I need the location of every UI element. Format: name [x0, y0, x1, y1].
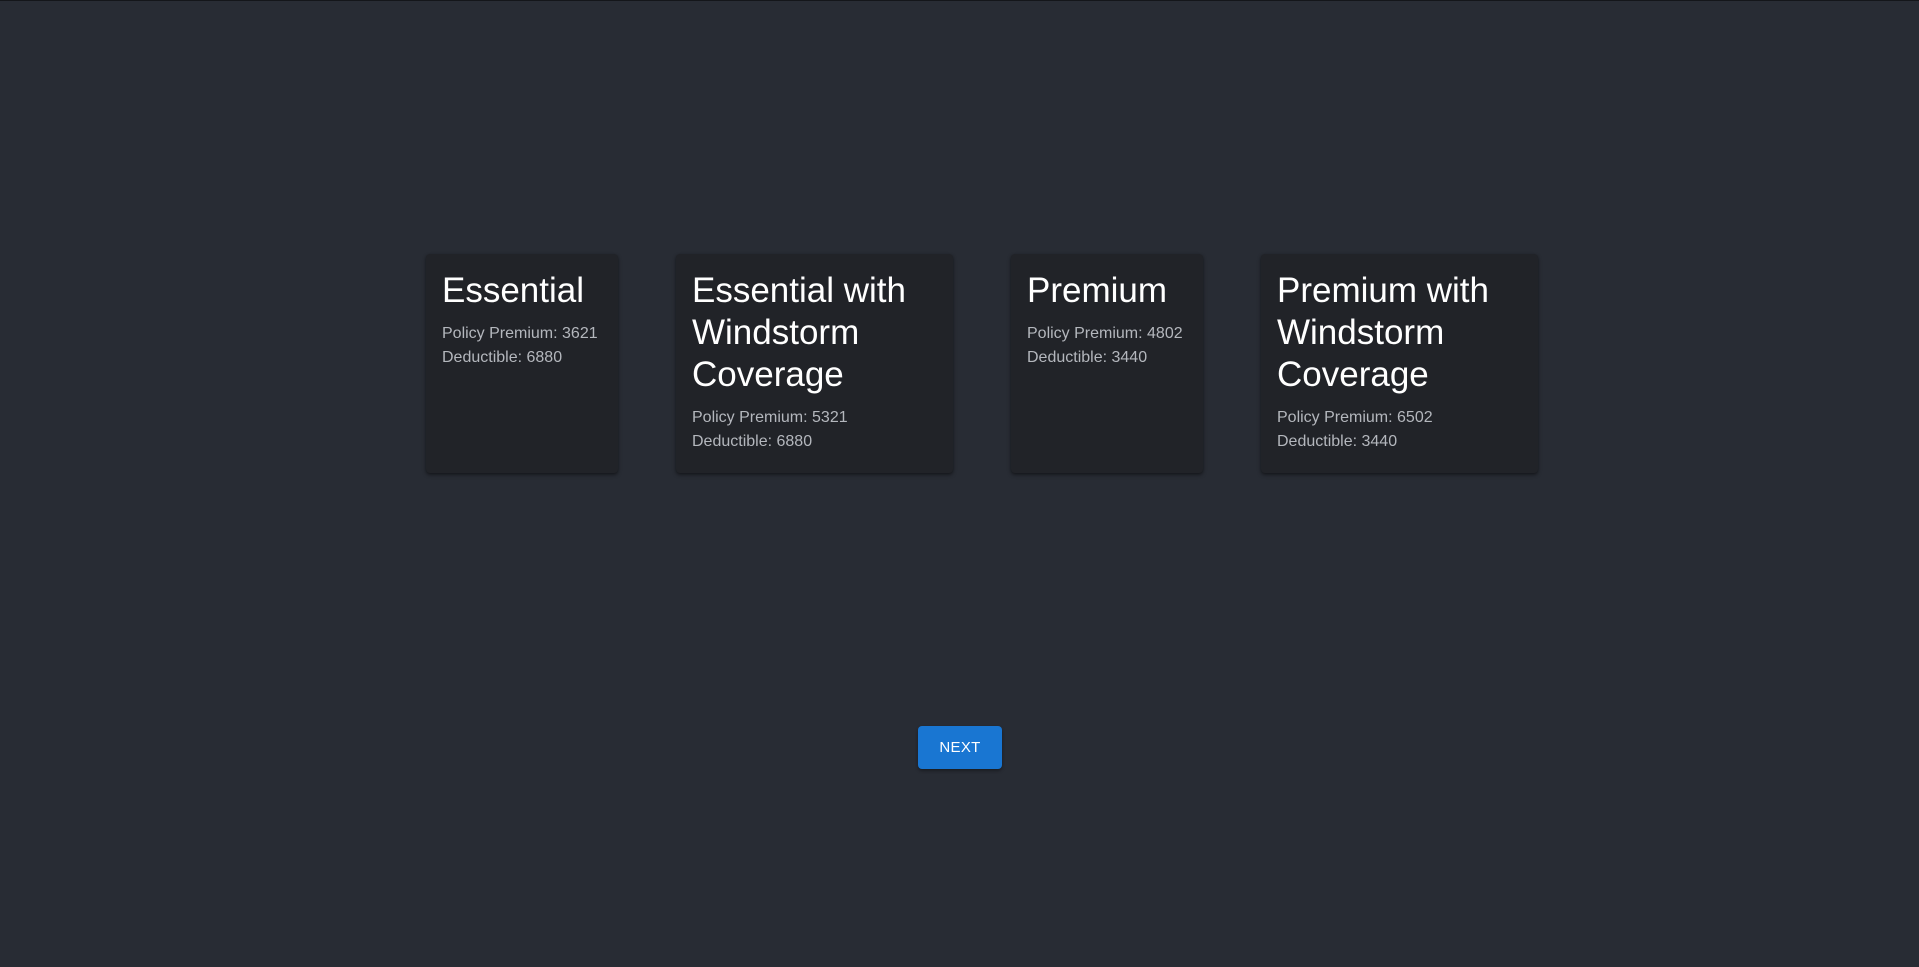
plan-card-essential[interactable]: Essential Policy Premium: 3621 Deductibl… — [426, 254, 618, 473]
plan-title: Premium with Windstorm Coverage — [1277, 271, 1489, 394]
plan-title: Essential with Windstorm Coverage — [692, 271, 906, 394]
next-button[interactable]: NEXT — [918, 726, 1002, 769]
plan-deductible: Deductible: 6880 — [692, 433, 813, 450]
plan-deductible: Deductible: 3440 — [1027, 349, 1148, 366]
plan-premium: Policy Premium: 6502 — [1277, 409, 1433, 426]
plan-card-premium-windstorm[interactable]: Premium with Windstorm Coverage Policy P… — [1261, 254, 1538, 473]
plan-title: Essential — [442, 271, 585, 310]
plan-premium: Policy Premium: 4802 — [1027, 325, 1183, 342]
plan-deductible: Deductible: 3440 — [1277, 433, 1398, 450]
plan-card-list: Essential Policy Premium: 3621 Deductibl… — [426, 254, 1538, 473]
plan-title: Premium — [1027, 271, 1168, 310]
plan-card-premium[interactable]: Premium Policy Premium: 4802 Deductible:… — [1011, 254, 1203, 473]
plan-premium: Policy Premium: 3621 — [442, 325, 598, 342]
plan-premium: Policy Premium: 5321 — [692, 409, 848, 426]
plan-deductible: Deductible: 6880 — [442, 349, 563, 366]
plan-card-essential-windstorm[interactable]: Essential with Windstorm Coverage Policy… — [676, 254, 953, 473]
